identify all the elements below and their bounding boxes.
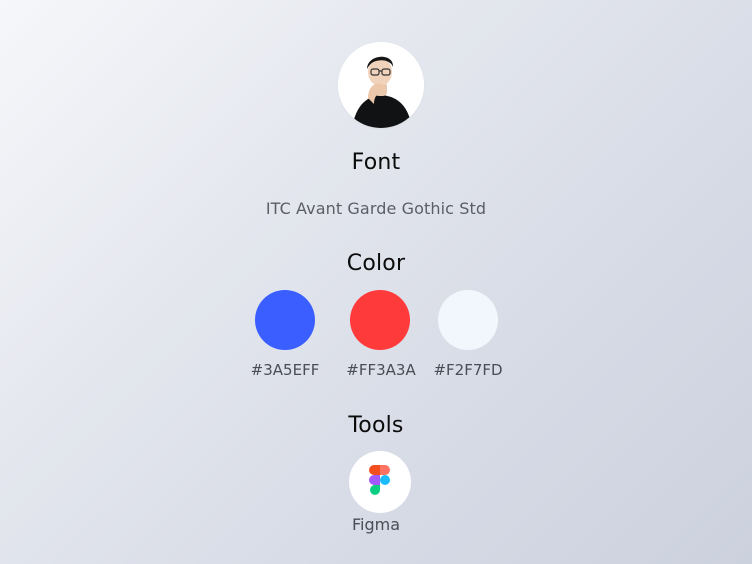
color-code-blue: #3A5EFF <box>250 361 320 379</box>
tool-label-figma: Figma <box>351 515 401 534</box>
color-swatch-blue <box>255 290 315 350</box>
color-section-title: Color <box>346 251 406 276</box>
avatar-photo-icon <box>338 42 424 128</box>
tools-section-title: Tools <box>348 413 404 438</box>
avatar <box>338 42 424 128</box>
color-code-red: #FF3A3A <box>346 361 416 379</box>
color-code-light: #F2F7FD <box>433 361 503 379</box>
figma-icon <box>369 465 390 495</box>
font-name: ITC Avant Garde Gothic Std <box>265 199 487 218</box>
color-swatch-red <box>350 290 410 350</box>
font-section-title: Font <box>351 150 401 175</box>
color-swatch-light <box>438 290 498 350</box>
figma-tool-badge <box>349 451 411 513</box>
